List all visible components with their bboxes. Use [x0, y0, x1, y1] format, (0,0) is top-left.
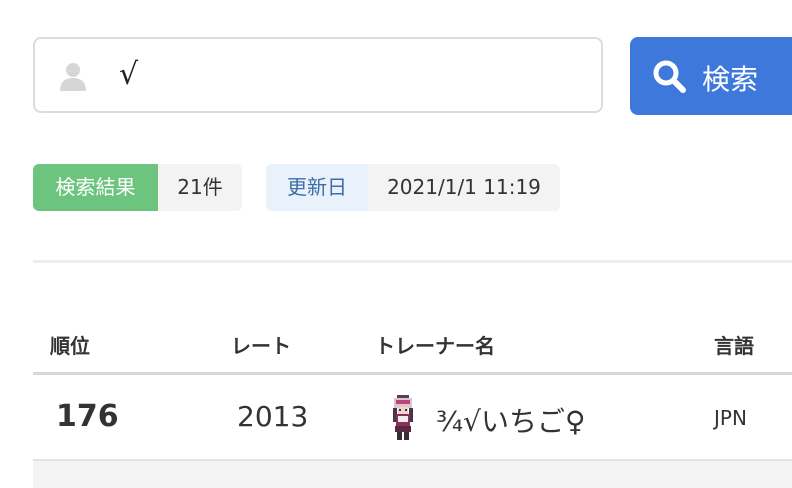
results-count-badge: 検索結果 21件 — [33, 164, 242, 211]
header-rate[interactable]: レート — [231, 330, 291, 359]
search-icon — [653, 60, 686, 93]
language-cell: JPN — [714, 406, 747, 430]
results-label: 検索結果 — [33, 164, 158, 211]
trainer-name-cell: ¾√いちご♀ — [436, 405, 586, 438]
header-rank[interactable]: 順位 — [50, 330, 90, 359]
rank-cell: 176 — [56, 399, 119, 434]
header-divider — [33, 372, 792, 375]
user-icon — [60, 63, 86, 91]
results-value: 21件 — [158, 164, 242, 211]
search-button-label: 検索 — [702, 63, 759, 96]
table-row-next — [33, 461, 792, 488]
updated-label: 更新日 — [266, 164, 368, 211]
search-input[interactable]: √ — [33, 37, 603, 113]
search-value: √ — [119, 57, 139, 92]
updated-value: 2021/1/1 11:19 — [368, 164, 560, 211]
header-trainer[interactable]: トレーナー名 — [375, 330, 495, 359]
trainer-sprite-icon — [393, 395, 413, 440]
search-button[interactable]: 検索 — [630, 37, 792, 115]
updated-date-badge: 更新日 2021/1/1 11:19 — [266, 164, 560, 211]
header-language[interactable]: 言語 — [714, 330, 754, 359]
section-divider — [33, 260, 792, 263]
rate-cell: 2013 — [237, 400, 309, 433]
